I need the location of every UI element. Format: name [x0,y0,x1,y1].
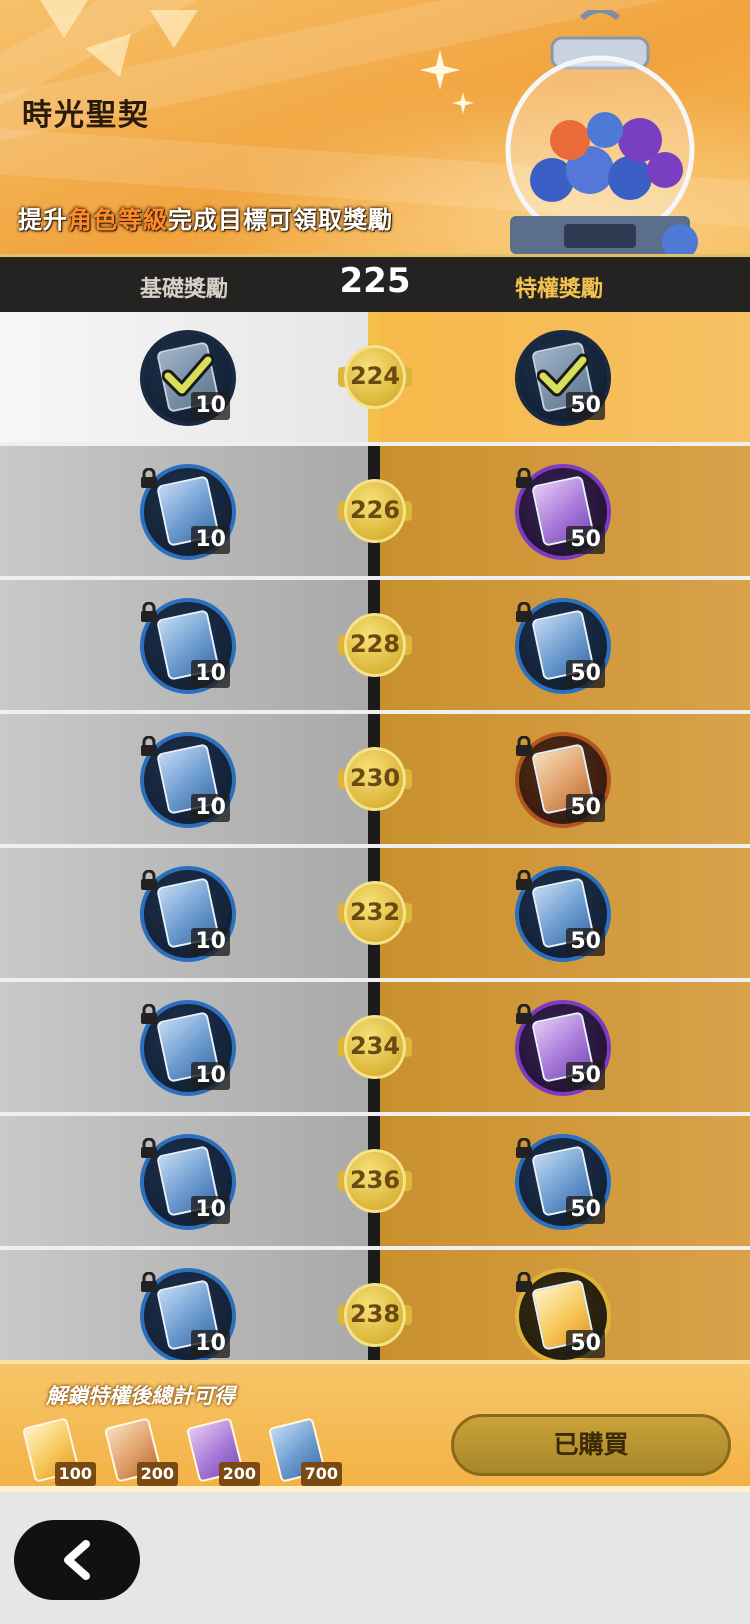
premium-summary-panel: 解鎖特權後總計可得 100 200 200 700 已購買 [0,1360,750,1492]
summary-item: 700 [264,1417,342,1486]
lock-icon [516,602,532,622]
footer-bar [0,1492,750,1624]
level-number: 232 [349,898,401,926]
summary-item-qty: 200 [136,1462,178,1486]
reward-qty: 50 [566,660,605,688]
level-number: 230 [349,764,401,792]
level-medal: 236 [338,1149,412,1213]
summary-item: 200 [100,1417,178,1486]
level-number: 224 [349,362,401,390]
premium-rewards-label: 特權獎勵 [515,277,604,302]
header-banner: 時光聖契 提升角色等級完成目標可領取獎勵 [0,0,750,254]
level-medal: 238 [338,1283,412,1347]
level-number: 226 [349,496,401,524]
premium-reward-item[interactable]: 50 [515,866,611,962]
lock-icon [141,1138,157,1158]
reward-qty: 10 [191,1196,230,1224]
level-medal: 234 [338,1015,412,1079]
summary-item-qty: 200 [218,1462,260,1486]
current-level: 225 [339,261,411,301]
level-number: 236 [349,1166,401,1194]
reward-qty: 10 [191,1062,230,1090]
sparkle-icon [420,50,460,90]
level-medal: 226 [338,479,412,543]
premium-reward-item[interactable]: 50 [515,1268,611,1360]
sparkle-icon [452,92,474,114]
premium-reward-item[interactable]: 50 [515,330,611,426]
premium-reward-item[interactable]: 50 [515,598,611,694]
subtitle: 提升角色等級完成目標可領取獎勵 [18,206,393,234]
purchased-button[interactable]: 已購買 [451,1414,731,1476]
reward-qty: 10 [191,660,230,688]
premium-reward-item[interactable]: 50 [515,732,611,828]
basic-reward-item[interactable]: 10 [140,866,236,962]
reward-qty: 10 [191,794,230,822]
level-medal: 228 [338,613,412,677]
summary-title: 解鎖特權後總計可得 [46,1384,235,1408]
lock-icon [516,1272,532,1292]
lock-icon [141,870,157,890]
reward-qty: 50 [566,1196,605,1224]
lock-icon [516,468,532,488]
lock-icon [516,736,532,756]
lock-icon [516,1004,532,1024]
level-medal: 230 [338,747,412,811]
basic-reward-item[interactable]: 10 [140,1134,236,1230]
reward-qty: 10 [191,928,230,956]
basic-reward-item[interactable]: 10 [140,1268,236,1360]
level-number: 238 [349,1300,401,1328]
basic-reward-item[interactable]: 10 [140,464,236,560]
lock-icon [141,468,157,488]
summary-item-qty: 700 [300,1462,342,1486]
summary-item: 100 [18,1417,96,1486]
chevron-left-icon [64,1540,90,1580]
reward-qty: 10 [191,526,230,554]
gacha-machine-icon [505,10,698,254]
lock-icon [141,1272,157,1292]
reward-qty: 50 [566,928,605,956]
lock-icon [141,736,157,756]
premium-reward-item[interactable]: 50 [515,1000,611,1096]
premium-reward-item[interactable]: 50 [515,1134,611,1230]
lock-icon [141,1004,157,1024]
back-button[interactable] [14,1520,140,1600]
reward-list[interactable]: 10 50 224 10 50 226 10 50 228 10 50 230 10 50 232 10 50 2… [0,312,750,1360]
reward-qty: 10 [191,392,230,420]
reward-qty: 50 [566,392,605,420]
reward-qty: 50 [566,1062,605,1090]
basic-reward-item[interactable]: 10 [140,732,236,828]
level-medal: 224 [338,345,412,409]
summary-item: 200 [182,1417,260,1486]
basic-reward-item[interactable]: 10 [140,330,236,426]
bunting-flag [150,10,198,48]
summary-item-qty: 100 [54,1462,96,1486]
reward-qty: 10 [191,1330,230,1358]
reward-tab-bar: 基礎獎勵 225 特權獎勵 [0,254,750,312]
lock-icon [141,602,157,622]
basic-reward-item[interactable]: 10 [140,1000,236,1096]
reward-qty: 50 [566,1330,605,1358]
basic-reward-item[interactable]: 10 [140,598,236,694]
premium-reward-item[interactable]: 50 [515,464,611,560]
lock-icon [516,1138,532,1158]
subtitle-highlight: 角色等級 [68,206,168,234]
reward-qty: 50 [566,794,605,822]
level-number: 228 [349,630,401,658]
reward-qty: 50 [566,526,605,554]
level-medal: 232 [338,881,412,945]
page-title: 時光聖契 [22,98,150,133]
lock-icon [516,870,532,890]
bunting-flag [40,0,88,38]
level-number: 234 [349,1032,401,1060]
